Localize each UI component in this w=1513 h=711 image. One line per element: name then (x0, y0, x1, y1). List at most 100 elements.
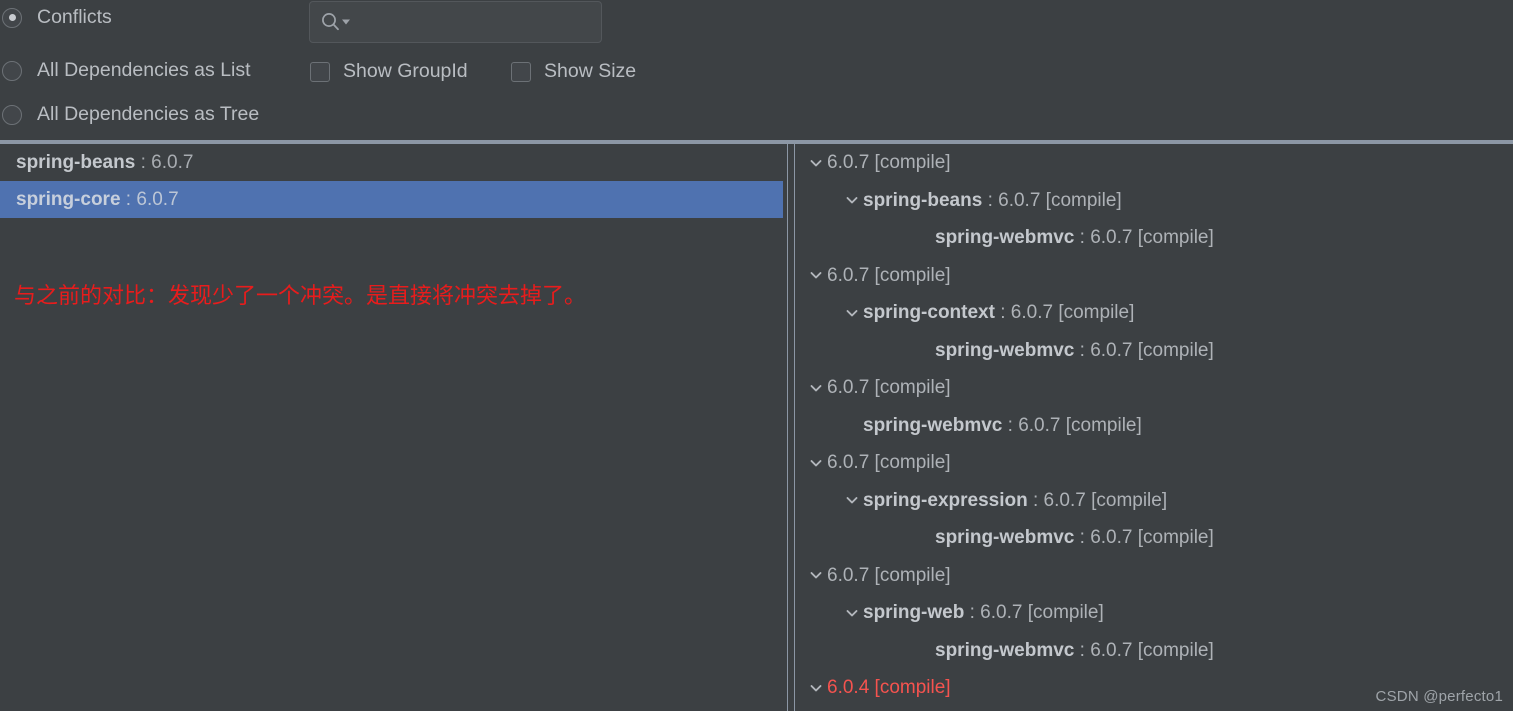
tree-chevron-spacer (913, 632, 935, 670)
tree-row-artifact: spring-expression (863, 489, 1028, 511)
list-item-artifact: spring-beans (16, 152, 136, 173)
radio-option-conflicts[interactable]: Conflicts (0, 6, 112, 29)
tree-row[interactable]: spring-webmvc : 6.0.7 [compile] (795, 219, 1513, 257)
tree-row-artifact: spring-webmvc (935, 339, 1075, 361)
tree-row-artifact: spring-webmvc (935, 527, 1075, 548)
radio-all-dependencies-as-list-label: All Dependencies as List (37, 59, 251, 81)
tree-row-artifact: spring-webmvc (863, 414, 1003, 436)
tree-row-coordinates: : 6.0.7 [compile] (1074, 227, 1214, 248)
tree-row-artifact: spring-context (863, 302, 995, 323)
tree-row[interactable]: 6.0.7 [compile] (795, 557, 1513, 595)
radio-all-dependencies-as-tree-indicator[interactable] (2, 104, 22, 125)
tree-chevron-spacer (913, 219, 935, 257)
tree-row[interactable]: 6.0.7 [compile] (795, 444, 1513, 482)
list-item-separator: : (135, 152, 152, 173)
chevron-down-icon[interactable] (841, 482, 863, 520)
chevron-down-icon[interactable] (841, 182, 863, 220)
chevron-down-icon[interactable] (805, 557, 827, 595)
tree-row-label: spring-webmvc : 6.0.7 [compile] (863, 407, 1142, 445)
list-item-artifact: spring-core (16, 189, 121, 210)
tree-row-label: spring-web : 6.0.7 [compile] (863, 594, 1104, 632)
dependency-tree-panel[interactable]: 6.0.7 [compile] spring-beans : 6.0.7 [com… (795, 144, 1513, 711)
tree-row-artifact: spring-webmvc (935, 639, 1075, 661)
conflicts-list[interactable]: spring-beans : 6.0.7 spring-core : 6.0.7 (0, 144, 787, 218)
checkbox-show-groupid-label: Show GroupId (343, 60, 468, 82)
checkbox-show-groupid-indicator[interactable] (310, 61, 330, 82)
tree-row[interactable]: spring-context : 6.0.7 [compile] (795, 294, 1513, 332)
tree-chevron-spacer (841, 407, 863, 445)
tree-row-label: spring-beans : 6.0.7 [compile] (863, 182, 1122, 220)
view-options-toolbar: Conflicts All Dependencies as List All D… (0, 0, 1513, 140)
list-item-version: 6.0.7 (136, 189, 179, 210)
radio-all-dependencies-as-tree-label: All Dependencies as Tree (37, 103, 260, 125)
tree-row[interactable]: spring-webmvc : 6.0.7 [compile] (795, 407, 1513, 445)
tree-row[interactable]: spring-webmvc : 6.0.7 [compile] (795, 519, 1513, 557)
tree-row-coordinates: 6.0.4 [compile] (827, 677, 951, 698)
radio-conflicts-indicator[interactable] (2, 7, 22, 28)
chevron-down-icon[interactable] (805, 444, 827, 482)
tree-row-label: spring-expression : 6.0.7 [compile] (863, 482, 1167, 520)
tree-row-coordinates: 6.0.7 [compile] (827, 452, 951, 473)
radio-option-all-dependencies-as-list[interactable]: All Dependencies as List (0, 59, 251, 82)
tree-row-coordinates: : 6.0.7 [compile] (982, 189, 1122, 211)
tree-chevron-spacer (913, 332, 935, 370)
tree-row-label: 6.0.4 [compile] (827, 669, 951, 707)
tree-row-coordinates: 6.0.7 [compile] (827, 264, 951, 286)
dependency-tree[interactable]: 6.0.7 [compile] spring-beans : 6.0.7 [com… (795, 144, 1513, 707)
tree-row-label: spring-webmvc : 6.0.7 [compile] (935, 332, 1214, 370)
chevron-down-icon[interactable] (841, 294, 863, 332)
tree-row-coordinates: : 6.0.7 [compile] (964, 602, 1104, 623)
tree-row-label: spring-webmvc : 6.0.7 [compile] (935, 219, 1214, 257)
tree-row-coordinates: : 6.0.7 [compile] (1074, 639, 1214, 661)
tree-row-label: 6.0.7 [compile] (827, 369, 951, 407)
tree-row-artifact: spring-webmvc (935, 227, 1075, 248)
watermark: CSDN @perfecto1 (1375, 688, 1503, 705)
tree-row[interactable]: spring-webmvc : 6.0.7 [compile] (795, 332, 1513, 370)
radio-all-dependencies-as-list-indicator[interactable] (2, 60, 22, 81)
checkbox-show-size-label: Show Size (544, 60, 637, 82)
checkbox-option-show-size[interactable]: Show Size (511, 60, 636, 83)
tree-row[interactable]: spring-webmvc : 6.0.7 [compile] (795, 632, 1513, 670)
chevron-down-icon[interactable] (805, 144, 827, 182)
tree-row[interactable]: spring-web : 6.0.7 [compile] (795, 594, 1513, 632)
tree-row[interactable]: 6.0.7 [compile] (795, 257, 1513, 295)
chevron-down-icon[interactable] (841, 594, 863, 632)
search-field[interactable] (309, 1, 602, 43)
radio-option-all-dependencies-as-tree[interactable]: All Dependencies as Tree (0, 103, 259, 126)
tree-row-coordinates: : 6.0.7 [compile] (1074, 527, 1214, 548)
tree-row-label: 6.0.7 [compile] (827, 144, 951, 182)
chevron-down-icon[interactable] (805, 369, 827, 407)
tree-row-coordinates: 6.0.7 [compile] (827, 152, 951, 173)
tree-row[interactable]: 6.0.7 [compile] (795, 369, 1513, 407)
tree-row-label: spring-context : 6.0.7 [compile] (863, 294, 1134, 332)
tree-row[interactable]: 6.0.7 [compile] (795, 144, 1513, 182)
tree-row-label: spring-webmvc : 6.0.7 [compile] (935, 632, 1214, 670)
list-item-version: 6.0.7 (151, 152, 194, 173)
dependency-analyzer-panels: spring-beans : 6.0.7 spring-core : 6.0.7 … (0, 140, 1513, 711)
list-item[interactable]: spring-core : 6.0.7 (0, 181, 787, 218)
list-item[interactable]: spring-beans : 6.0.7 (0, 144, 787, 181)
tree-row-coordinates: : 6.0.7 [compile] (1074, 339, 1214, 361)
tree-row[interactable]: spring-expression : 6.0.7 [compile] (795, 482, 1513, 520)
tree-row-artifact: spring-web (863, 602, 965, 623)
search-input[interactable] (357, 13, 587, 31)
panel-splitter[interactable] (787, 144, 795, 711)
tree-row-coordinates: : 6.0.7 [compile] (1027, 489, 1168, 511)
chevron-down-icon[interactable] (805, 669, 827, 707)
tree-row-label: 6.0.7 [compile] (827, 257, 951, 295)
conflicts-list-panel[interactable]: spring-beans : 6.0.7 spring-core : 6.0.7 … (0, 144, 787, 711)
tree-row-label: spring-webmvc : 6.0.7 [compile] (935, 519, 1214, 557)
caret-down-icon (342, 19, 350, 25)
checkbox-show-size-indicator[interactable] (511, 61, 531, 82)
tree-row-artifact: spring-beans (863, 189, 983, 211)
checkbox-option-show-groupid[interactable]: Show GroupId (310, 60, 468, 83)
annotation-text: 与之前的对比：发现少了一个冲突。是直接将冲突去掉了。 (14, 284, 587, 309)
tree-row-coordinates: 6.0.7 [compile] (827, 564, 951, 586)
tree-row[interactable]: spring-beans : 6.0.7 [compile] (795, 182, 1513, 220)
tree-row-coordinates: 6.0.7 [compile] (827, 377, 951, 398)
tree-row-label: 6.0.7 [compile] (827, 444, 951, 482)
search-icon[interactable] (320, 11, 351, 33)
list-item-separator: : (120, 189, 137, 210)
chevron-down-icon[interactable] (805, 257, 827, 295)
tree-row-coordinates: : 6.0.7 [compile] (1002, 414, 1142, 436)
